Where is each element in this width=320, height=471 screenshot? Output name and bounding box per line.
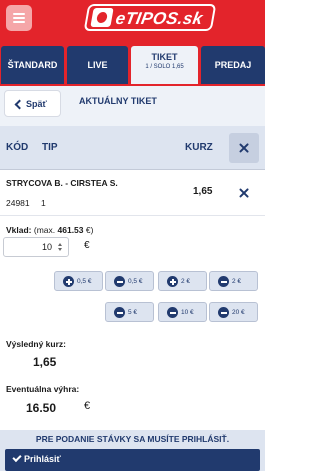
result-odds-value: 1,65 bbox=[33, 355, 57, 369]
remove-bet-icon[interactable] bbox=[239, 188, 249, 198]
tab-live[interactable]: LIVE bbox=[67, 46, 128, 84]
ticket-subheader: Späť AKTUÁLNY TIKET bbox=[0, 86, 265, 126]
tab-standard[interactable]: ŠTANDARD bbox=[1, 46, 64, 84]
chip-label: 20 € bbox=[232, 309, 245, 316]
potential-win-currency: € bbox=[84, 400, 91, 412]
chip-label: 5 € bbox=[128, 309, 138, 316]
close-icon bbox=[239, 143, 249, 153]
potential-win-label: Eventuálna výhra: bbox=[6, 384, 80, 394]
ticket-title: AKTUÁLNY TIKET bbox=[79, 96, 157, 106]
column-code: KÓD bbox=[6, 142, 29, 153]
chip-label: 2 € bbox=[181, 278, 191, 285]
subtract-20-button[interactable]: 20 € bbox=[209, 302, 258, 322]
stake-value: 10 bbox=[41, 242, 52, 252]
subtract-10-button[interactable]: 10 € bbox=[158, 302, 207, 322]
subtract-5-button[interactable]: 5 € bbox=[105, 302, 154, 322]
tab-predaj[interactable]: PREDAJ bbox=[201, 46, 265, 84]
chip-label: 0,5 € bbox=[128, 278, 143, 285]
bet-match-name: STRYCOVA B. - CIRSTEA S. bbox=[6, 178, 118, 188]
bet-tip: 1 bbox=[41, 198, 46, 208]
stake-label: Vklad: bbox=[6, 225, 32, 235]
minus-circle-icon bbox=[218, 276, 229, 287]
check-icon bbox=[12, 452, 22, 463]
main-tabs: ŠTANDARD LIVE TIKET 1 / SOLO 1,65 PREDAJ bbox=[0, 40, 265, 86]
top-header: eTIPOS.sk bbox=[0, 0, 265, 40]
tab-tiket-label: TIKET bbox=[151, 52, 178, 62]
minus-circle-icon bbox=[114, 276, 125, 287]
bet-odds: 1,65 bbox=[193, 186, 213, 197]
tab-tiket-sublabel: 1 / SOLO 1,65 bbox=[145, 64, 184, 70]
add-0-5-button[interactable]: 0,5 € bbox=[54, 271, 103, 291]
stake-label-row: Vklad: (max. 461.53 €) bbox=[6, 225, 93, 235]
login-label: Prihlásiť bbox=[24, 454, 61, 464]
stepper-arrows-icon[interactable] bbox=[57, 243, 64, 252]
bet-code: 24981 bbox=[6, 198, 30, 208]
chip-label: 2 € bbox=[232, 278, 242, 285]
bet-row: STRYCOVA B. - CIRSTEA S. 24981 1 1,65 bbox=[0, 171, 265, 216]
add-2-button[interactable]: 2 € bbox=[158, 271, 207, 291]
column-odds: KURZ bbox=[185, 142, 213, 153]
minus-circle-icon bbox=[114, 307, 125, 318]
etipos-logo[interactable]: eTIPOS.sk bbox=[83, 4, 217, 31]
result-odds-label: Výsledný kurz: bbox=[6, 339, 66, 349]
login-notice-text: PRE PODANIE STÁVKY SA MUSÍTE PRIHLÁSIŤ. bbox=[35, 434, 230, 444]
back-label: Späť bbox=[26, 99, 47, 109]
logo-text: eTIPOS.sk bbox=[114, 9, 205, 28]
stake-max-value: 461.53 bbox=[57, 225, 84, 235]
stake-input[interactable]: 10 bbox=[3, 237, 69, 257]
subtract-0-5-button[interactable]: 0,5 € bbox=[105, 271, 154, 291]
hamburger-icon-line bbox=[13, 13, 25, 15]
potential-win-value: 16.50 bbox=[26, 401, 57, 415]
chip-label: 0,5 € bbox=[77, 278, 92, 285]
subtract-2-button[interactable]: 2 € bbox=[209, 271, 258, 291]
login-button[interactable]: Prihlásiť bbox=[5, 449, 260, 471]
login-notice: PRE PODANIE STÁVKY SA MUSÍTE PRIHLÁSIŤ. … bbox=[0, 430, 265, 471]
tab-tiket[interactable]: TIKET 1 / SOLO 1,65 bbox=[131, 46, 198, 84]
back-button[interactable]: Späť bbox=[4, 90, 61, 117]
logo-mark-icon bbox=[90, 8, 114, 27]
hamburger-menu-button[interactable] bbox=[6, 5, 32, 31]
column-tip: TIP bbox=[42, 142, 58, 153]
chip-label: 10 € bbox=[181, 309, 194, 316]
chevron-left-icon bbox=[14, 99, 25, 110]
hamburger-icon-line bbox=[13, 17, 25, 19]
minus-circle-icon bbox=[167, 307, 178, 318]
ticket-column-header: KÓD TIP KURZ bbox=[0, 126, 265, 170]
clear-ticket-button[interactable] bbox=[229, 133, 259, 163]
stake-currency: € bbox=[84, 240, 90, 251]
minus-circle-icon bbox=[218, 307, 229, 318]
hamburger-icon-line bbox=[13, 21, 25, 23]
stake-max-prefix: (max. bbox=[33, 225, 56, 235]
plus-circle-icon bbox=[63, 276, 74, 287]
stake-max-suffix: €) bbox=[85, 225, 94, 235]
plus-circle-icon bbox=[167, 276, 178, 287]
